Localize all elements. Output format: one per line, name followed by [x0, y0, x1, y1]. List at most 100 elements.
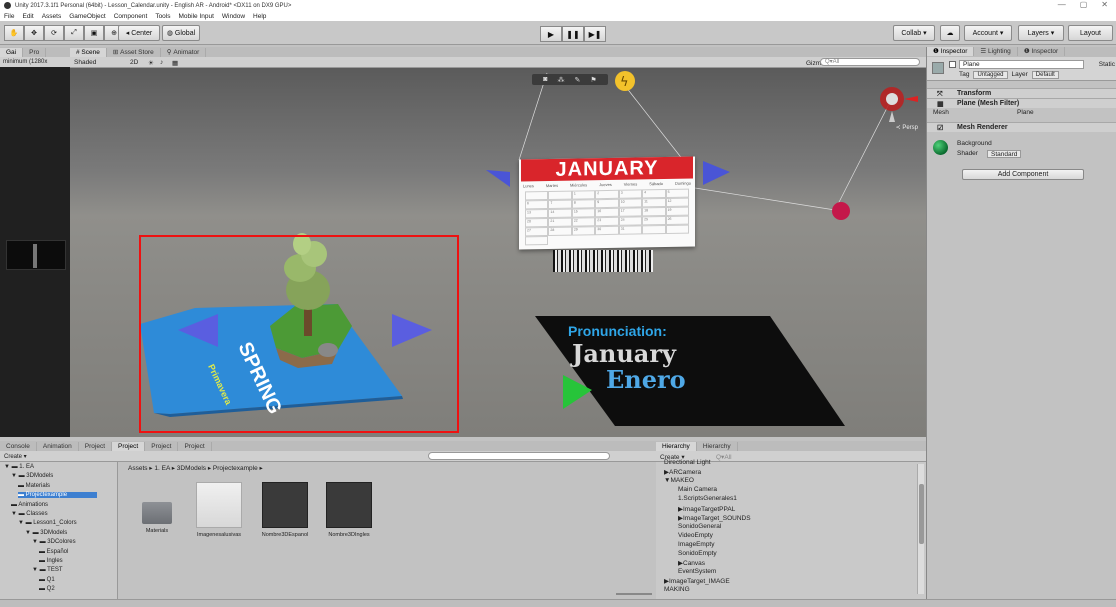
game-resolution[interactable]: minimum (1280x: [0, 57, 70, 67]
collab-button[interactable]: Collab ▾: [893, 25, 935, 41]
transform-component[interactable]: ⤧ Transform: [927, 88, 1116, 98]
persp-label[interactable]: ≺ Persp: [896, 124, 918, 131]
menu-mobile-input[interactable]: Mobile Input: [179, 13, 214, 20]
hierarchy-scrollbar[interactable]: [917, 464, 924, 594]
tree-item[interactable]: ▬ Español: [39, 549, 68, 555]
tree-item[interactable]: ▬ Ingles: [39, 558, 63, 564]
thumbnail-size-slider[interactable]: [616, 593, 652, 595]
step-button[interactable]: ▶❚: [584, 26, 606, 42]
rotate-tool-icon[interactable]: ⟳: [44, 25, 64, 41]
tab-game[interactable]: Gai: [0, 48, 24, 57]
camera-tool-icon[interactable]: ◙: [543, 76, 547, 83]
space-toggle[interactable]: ◍ Global: [162, 25, 200, 41]
menu-component[interactable]: Component: [114, 13, 148, 20]
close-button[interactable]: ✕: [1101, 0, 1108, 9]
tab-asset-store[interactable]: ⊞ Asset Store: [107, 48, 161, 57]
tree-item[interactable]: ▬ Q1: [39, 577, 55, 583]
tab-scene[interactable]: # Scene: [70, 48, 107, 57]
maximize-button[interactable]: ▢: [1080, 0, 1088, 9]
asset-item[interactable]: Nombre3DIngles: [324, 482, 374, 538]
tree-item[interactable]: ▬ Animations: [11, 502, 48, 508]
hierarchy-item[interactable]: 1.ScriptsGenerales1: [678, 495, 737, 502]
tree-item[interactable]: ▼ ▬ Lesson1_Colors: [18, 520, 77, 526]
project-search-input[interactable]: [428, 452, 610, 460]
static-checkbox[interactable]: Static: [1099, 61, 1115, 68]
hierarchy-item[interactable]: ▼MAKEO: [664, 477, 694, 484]
scene-view[interactable]: SPRING Primavera Pronunciation: January …: [70, 68, 926, 437]
menu-tools[interactable]: Tools: [155, 13, 170, 20]
hierarchy-item[interactable]: SonidoEmpty: [678, 550, 717, 557]
tab-inspector[interactable]: ❶ Inspector: [927, 47, 975, 56]
tab-inspector-2[interactable]: ❶ Inspector: [1018, 47, 1066, 56]
minimize-button[interactable]: —: [1058, 0, 1066, 9]
tab-project-1[interactable]: Project: [79, 442, 112, 451]
hierarchy-item[interactable]: ▶ARCamera: [664, 468, 701, 476]
hierarchy-item[interactable]: ▶ImageTarget_SOUNDS: [678, 514, 751, 522]
tab-project-3[interactable]: Project: [145, 442, 179, 451]
lighting-toggle-icon[interactable]: ☀: [148, 59, 154, 67]
hierarchy-item[interactable]: VideoEmpty: [678, 532, 713, 539]
asset-item[interactable]: Materials: [132, 482, 182, 534]
rect-tool-icon[interactable]: ▣: [84, 25, 104, 41]
hierarchy-item[interactable]: SonidoGeneral: [678, 523, 721, 530]
pause-button[interactable]: ❚❚: [562, 26, 584, 42]
active-checkbox[interactable]: [949, 61, 956, 68]
menu-file[interactable]: File: [4, 13, 14, 20]
tab-lighting[interactable]: ☰ Lighting: [974, 47, 1018, 56]
hierarchy-search-input[interactable]: Q▾All: [716, 453, 732, 461]
tree-item[interactable]: ▼ ▬ 3DModels: [11, 473, 53, 479]
object-name-input[interactable]: Plane: [959, 60, 1084, 69]
layout-dropdown[interactable]: Layout: [1068, 25, 1113, 41]
mesh-renderer-component[interactable]: ☑ Mesh Renderer: [927, 122, 1116, 132]
audio-toggle-icon[interactable]: ♪: [160, 59, 163, 66]
tag-dropdown[interactable]: Untagged: [973, 71, 1008, 79]
tree-item[interactable]: ▬ Projectexample: [18, 492, 98, 499]
tree-item[interactable]: ▬ Materials: [18, 483, 50, 489]
pivot-toggle[interactable]: ◂ Center: [118, 25, 160, 41]
scene-search-input[interactable]: Q▾All: [820, 58, 920, 66]
layer-dropdown[interactable]: Default: [1031, 71, 1059, 79]
tab-project-4[interactable]: Project: [178, 442, 212, 451]
tab-hierarchy[interactable]: Hierarchy: [656, 442, 697, 451]
shader-dropdown[interactable]: Standard: [987, 150, 1022, 158]
tree-item[interactable]: ▼ ▬ 3DModels: [25, 530, 67, 536]
effects-toggle-icon[interactable]: ▦: [172, 59, 178, 67]
scale-tool-icon[interactable]: ⤢: [64, 25, 84, 41]
tab-profiler[interactable]: Pro: [23, 48, 47, 57]
hierarchy-item[interactable]: Directional Light: [664, 459, 711, 466]
move-tool-icon[interactable]: ✥: [24, 25, 44, 41]
menu-help[interactable]: Help: [253, 13, 266, 20]
cloud-icon[interactable]: ☁: [940, 25, 960, 41]
add-component-button[interactable]: Add Component: [962, 169, 1084, 180]
flag-tool-icon[interactable]: ⚑: [590, 76, 596, 84]
hierarchy-item[interactable]: ▶Canvas: [678, 559, 705, 567]
2d-toggle[interactable]: 2D: [130, 59, 138, 66]
tree-item[interactable]: ▼ ▬ 1. EA: [4, 464, 34, 470]
tab-project-2[interactable]: Project: [112, 442, 146, 451]
hierarchy-item[interactable]: ▶ImageTarget_IMAGE: [664, 577, 730, 585]
tree-item[interactable]: ▬ Q2: [39, 586, 55, 592]
shading-dropdown[interactable]: Shaded: [74, 59, 96, 66]
menu-gameobject[interactable]: GameObject: [69, 13, 106, 20]
tree-item[interactable]: ▼ ▬ 3DColores: [32, 539, 76, 545]
hierarchy-item[interactable]: MAKING: [664, 586, 690, 593]
hierarchy-item[interactable]: EventSystem: [678, 568, 716, 575]
mesh-value[interactable]: Plane: [1017, 109, 1034, 116]
layers-dropdown[interactable]: Layers ▾: [1018, 25, 1064, 41]
tree-item[interactable]: ▼ ▬ Classes: [11, 511, 48, 517]
tab-hierarchy-2[interactable]: Hierarchy: [697, 442, 738, 451]
hierarchy-item[interactable]: Main Camera: [678, 486, 717, 493]
menu-window[interactable]: Window: [222, 13, 245, 20]
asset-item[interactable]: Imagenesalusivas: [194, 482, 244, 538]
asset-item[interactable]: Nombre3DEspanol: [260, 482, 310, 538]
project-create-button[interactable]: Create ▾: [4, 453, 27, 460]
tree-item[interactable]: ▼ ▬ TEST: [32, 567, 63, 573]
mesh-filter-component[interactable]: ▦ Plane (Mesh Filter): [927, 98, 1116, 108]
tab-console[interactable]: Console: [0, 442, 37, 451]
particles-tool-icon[interactable]: ⁂: [558, 76, 565, 84]
play-button[interactable]: ▶: [540, 26, 562, 42]
hierarchy-item[interactable]: ▶ImageTargetPPAL: [678, 505, 735, 513]
menu-assets[interactable]: Assets: [42, 13, 62, 20]
account-button[interactable]: Account ▾: [964, 25, 1012, 41]
hand-tool-icon[interactable]: ✋: [4, 25, 24, 41]
